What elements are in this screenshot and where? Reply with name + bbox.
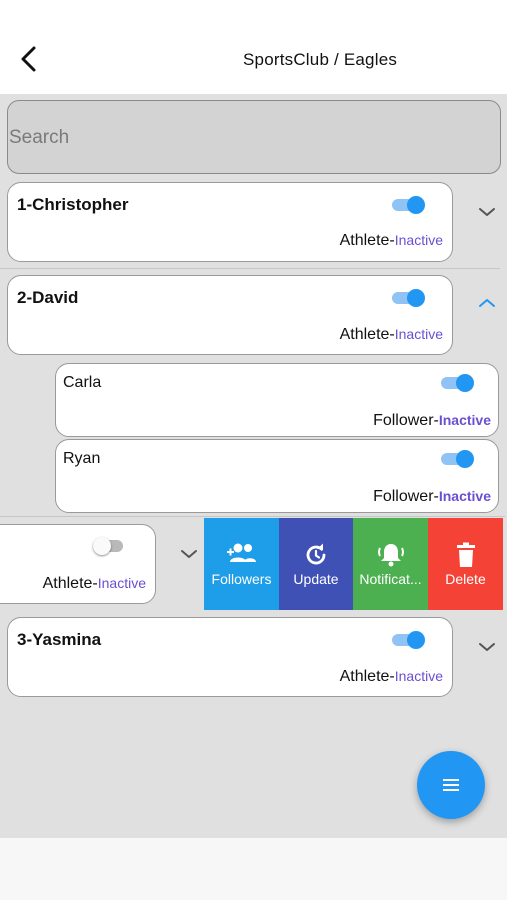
action-label: Delete bbox=[445, 571, 486, 587]
follower-role: Follower-Inactive bbox=[373, 488, 491, 506]
follower-toggle[interactable] bbox=[441, 374, 475, 392]
member-name: 3-Yasmina bbox=[17, 630, 102, 649]
follower-role: Follower-Inactive bbox=[373, 412, 491, 430]
member-card-david[interactable]: 2-David Athlete-Inactive bbox=[7, 275, 453, 355]
role-label: Follower- bbox=[373, 488, 439, 505]
member-toggle[interactable] bbox=[93, 537, 127, 555]
role-label: Athlete- bbox=[339, 326, 395, 343]
action-label: Update bbox=[293, 571, 339, 587]
app-header: SportsClub / Eagles bbox=[0, 0, 507, 94]
refresh-icon bbox=[306, 543, 326, 565]
action-label: Followers bbox=[211, 571, 272, 587]
chevron-down-icon[interactable] bbox=[478, 206, 496, 218]
status-label: Inactive bbox=[438, 488, 491, 504]
back-button[interactable] bbox=[14, 44, 44, 74]
chevron-down-icon[interactable] bbox=[478, 641, 496, 653]
row-divider bbox=[0, 516, 505, 517]
follower-toggle[interactable] bbox=[441, 450, 475, 468]
status-label: Inactive bbox=[394, 232, 443, 248]
status-label: Inactive bbox=[394, 668, 443, 684]
chevron-down-icon[interactable] bbox=[180, 548, 198, 560]
notification-bell-icon bbox=[377, 544, 404, 567]
member-name: 2-David bbox=[17, 288, 79, 307]
update-action-button[interactable]: Update bbox=[279, 518, 353, 610]
followers-action-button[interactable]: Followers bbox=[204, 518, 279, 610]
chevron-left-icon bbox=[21, 46, 36, 72]
member-card-christopher[interactable]: 1-Christopher Athlete-Inactive bbox=[7, 182, 453, 262]
add-followers-icon bbox=[226, 543, 256, 562]
role-label: Athlete- bbox=[339, 668, 395, 685]
member-role: Athlete-Inactive bbox=[43, 575, 146, 593]
role-label: Athlete- bbox=[42, 575, 98, 592]
member-card-swiped[interactable]: Athlete-Inactive bbox=[0, 524, 156, 604]
action-label: Notificat... bbox=[359, 571, 422, 587]
search-input[interactable]: Search bbox=[7, 100, 501, 174]
member-role: Athlete-Inactive bbox=[340, 668, 443, 686]
follower-card-ryan[interactable]: Ryan Follower-Inactive bbox=[55, 439, 499, 513]
member-card-yasmina[interactable]: 3-Yasmina Athlete-Inactive bbox=[7, 617, 453, 697]
notifications-action-button[interactable]: Notificat... bbox=[353, 518, 428, 610]
status-label: Inactive bbox=[438, 412, 491, 428]
member-toggle[interactable] bbox=[392, 196, 426, 214]
row-divider bbox=[0, 268, 500, 269]
member-name: 1-Christopher bbox=[17, 195, 129, 214]
member-role: Athlete-Inactive bbox=[340, 326, 443, 344]
member-list-area: Search 1-Christopher Athlete-Inactive 2-… bbox=[0, 94, 507, 838]
menu-icon bbox=[443, 779, 459, 791]
chevron-up-icon[interactable] bbox=[478, 297, 496, 309]
trash-icon bbox=[456, 542, 475, 567]
menu-fab-button[interactable] bbox=[417, 751, 485, 819]
status-label: Inactive bbox=[97, 575, 146, 591]
delete-action-button[interactable]: Delete bbox=[428, 518, 503, 610]
follower-name: Carla bbox=[63, 374, 102, 391]
role-label: Athlete- bbox=[339, 232, 395, 249]
page-title: SportsClub / Eagles bbox=[243, 50, 398, 69]
follower-card-carla[interactable]: Carla Follower-Inactive bbox=[55, 363, 499, 437]
status-label: Inactive bbox=[394, 326, 443, 342]
follower-name: Ryan bbox=[63, 450, 101, 467]
member-toggle[interactable] bbox=[392, 631, 426, 649]
bottom-bar bbox=[0, 838, 507, 900]
member-role: Athlete-Inactive bbox=[340, 232, 443, 250]
role-label: Follower- bbox=[373, 412, 439, 429]
member-toggle[interactable] bbox=[392, 289, 426, 307]
